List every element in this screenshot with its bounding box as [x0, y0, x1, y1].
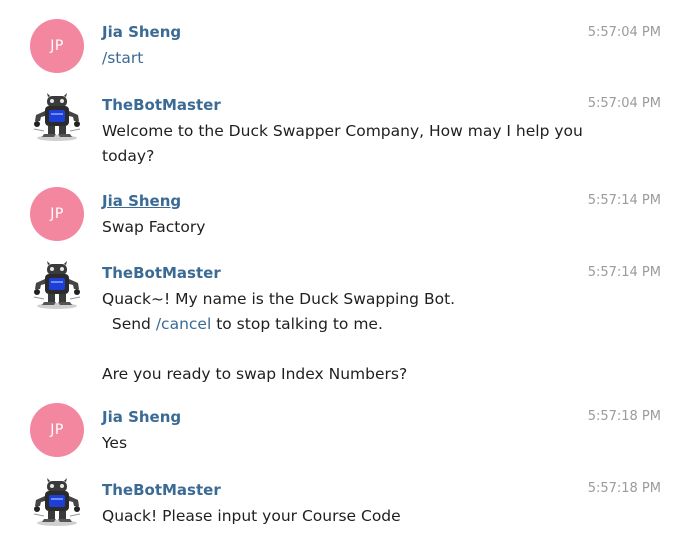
robot-icon	[33, 261, 81, 309]
message-text: /start	[102, 46, 572, 71]
message-line: ​	[102, 337, 572, 362]
sender-name[interactable]: TheBotMaster	[102, 481, 221, 499]
message-text: Quack~! My name is the Duck Swapping Bot…	[102, 287, 572, 387]
avatar-initials: JP	[50, 38, 64, 54]
command-link[interactable]: /start	[102, 49, 143, 67]
chat-history: JP Jia Sheng 5:57:04 PM /start TheBotMas…	[0, 0, 699, 537]
avatar[interactable]	[32, 259, 82, 311]
robot-icon	[33, 93, 81, 141]
sender-name[interactable]: Jia Sheng	[102, 192, 181, 210]
message-line: Yes	[102, 431, 572, 456]
message-line: /start	[102, 46, 572, 71]
message-timestamp: 5:57:18 PM	[587, 481, 661, 496]
line-text: today?	[102, 147, 155, 165]
avatar-initials: JP	[50, 422, 64, 438]
line-text: Send	[102, 315, 156, 333]
line-text: Quack~! My name is the Duck Swapping Bot…	[102, 290, 456, 308]
command-link[interactable]: /cancel	[156, 315, 211, 333]
line-text: Yes	[102, 434, 128, 452]
robot-icon	[33, 478, 81, 526]
message-line: Send /cancel to stop talking to me.	[102, 312, 572, 337]
message-line: today?	[102, 144, 572, 169]
line-text: Welcome to the Duck Swapper Company, How…	[102, 122, 583, 140]
line-text: to stop talking to me.	[211, 315, 383, 333]
avatar[interactable]: JP	[30, 19, 84, 73]
message-timestamp: 5:57:04 PM	[587, 96, 661, 111]
message-text: Swap Factory	[102, 215, 572, 240]
avatar[interactable]	[32, 91, 82, 143]
message-timestamp: 5:57:18 PM	[587, 409, 661, 424]
message-timestamp: 5:57:14 PM	[587, 193, 661, 208]
message-line: Are you ready to swap Index Numbers?	[102, 362, 572, 387]
message-timestamp: 5:57:14 PM	[587, 265, 661, 280]
avatar[interactable]: JP	[30, 187, 84, 241]
sender-name[interactable]: Jia Sheng	[102, 23, 181, 41]
line-text: Quack! Please input your Course Code	[102, 507, 401, 525]
avatar[interactable]	[32, 476, 82, 528]
sender-name[interactable]: Jia Sheng	[102, 408, 181, 426]
avatar-initials: JP	[50, 206, 64, 222]
line-text: Swap Factory	[102, 218, 206, 236]
message-line: Quack~! My name is the Duck Swapping Bot…	[102, 287, 572, 312]
message-line: Quack! Please input your Course Code	[102, 504, 572, 529]
avatar[interactable]: JP	[30, 403, 84, 457]
line-text: Are you ready to swap Index Numbers?	[102, 365, 408, 383]
message-line: Welcome to the Duck Swapper Company, How…	[102, 119, 583, 144]
sender-name[interactable]: TheBotMaster	[102, 96, 221, 114]
message-line: Swap Factory	[102, 215, 572, 240]
message-text: Quack! Please input your Course Code	[102, 504, 572, 529]
message-text: Welcome to the Duck Swapper Company, How…	[102, 119, 583, 169]
sender-name[interactable]: TheBotMaster	[102, 264, 221, 282]
message-text: Yes	[102, 431, 572, 456]
message-timestamp: 5:57:04 PM	[587, 25, 661, 40]
